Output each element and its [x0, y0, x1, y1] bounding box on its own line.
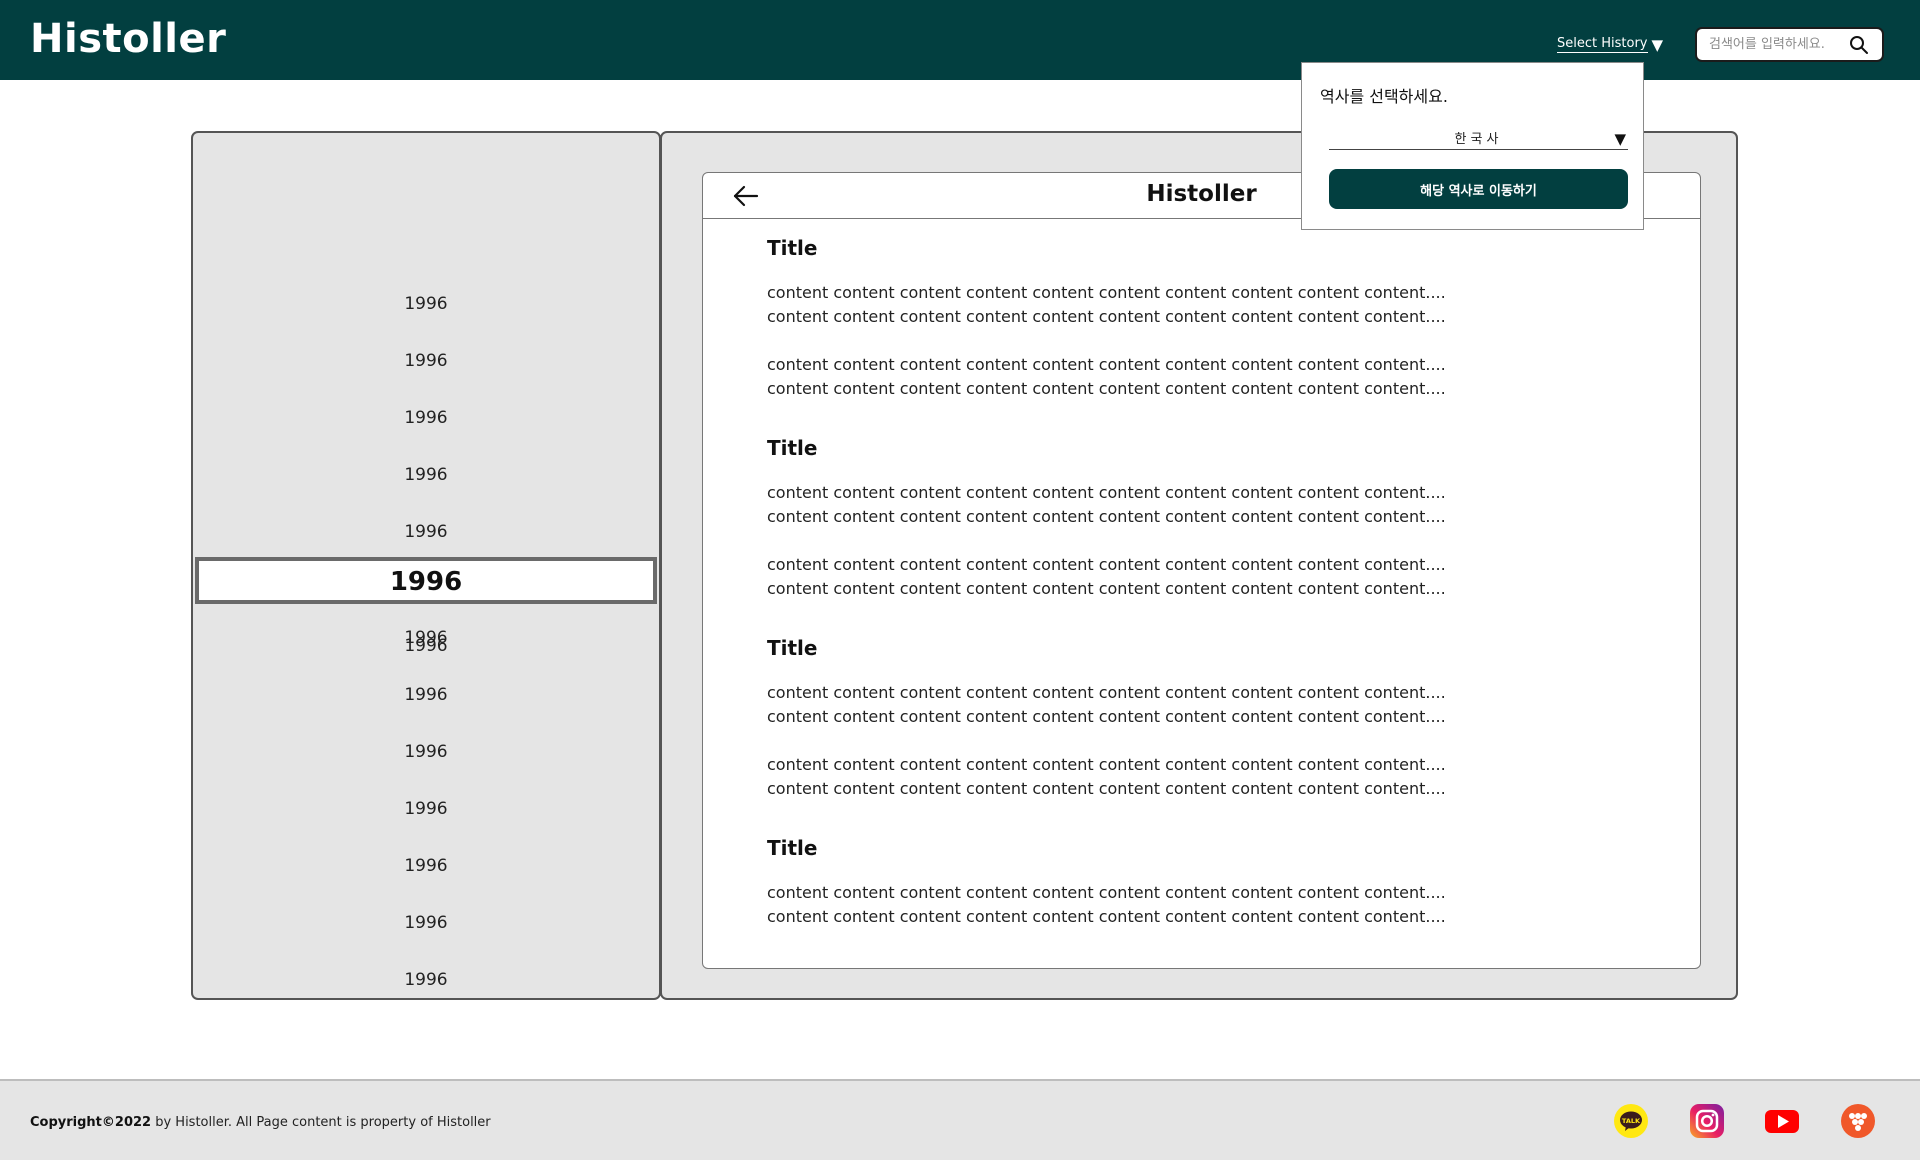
- paragraph-line: content content content content content …: [767, 883, 1446, 902]
- history-select-value[interactable]: 한국사: [1455, 128, 1503, 147]
- paragraph-line: content content content content content …: [767, 707, 1446, 726]
- svg-text:TALK: TALK: [1622, 1117, 1641, 1125]
- caret-down-icon[interactable]: ▼: [1652, 37, 1664, 53]
- go-to-history-button[interactable]: 해당 역사로 이동하기: [1329, 169, 1628, 209]
- popup-title: 역사를 선택하세요.: [1320, 87, 1448, 106]
- paragraph-line: content content content content content …: [767, 283, 1446, 302]
- paragraph-line: content content content content content …: [767, 579, 1446, 598]
- paragraph-line: content content content content content …: [767, 779, 1446, 798]
- caret-down-icon[interactable]: ▼: [1614, 130, 1626, 148]
- year-item[interactable]: 1996: [193, 737, 659, 767]
- paragraph-line: content content content content content …: [767, 507, 1446, 526]
- site-logo[interactable]: Histoller: [30, 16, 226, 62]
- article-section: Title content content content content co…: [767, 233, 1446, 401]
- kakaotalk-icon[interactable]: TALK: [1613, 1103, 1649, 1139]
- article-section: Title content content content content co…: [767, 633, 1446, 801]
- paragraph-line: content content content content content …: [767, 483, 1446, 502]
- paragraph-line: content content content content content …: [767, 355, 1446, 374]
- section-title: Title: [767, 836, 818, 860]
- year-item[interactable]: 1996: [193, 623, 659, 653]
- paragraph-line: content content content content content …: [767, 755, 1446, 774]
- copyright-bold: Copyright©2022: [30, 1115, 152, 1130]
- paragraph-line: content content content content content …: [767, 683, 1446, 702]
- copyright-text: Copyright©2022 by Histoller. All Page co…: [30, 1115, 491, 1130]
- select-history-toggle[interactable]: Select History ▼: [1557, 36, 1663, 53]
- year-item[interactable]: 1996: [193, 965, 659, 995]
- instagram-icon[interactable]: [1689, 1103, 1725, 1139]
- content-panel: Histoller Title content content content …: [660, 131, 1738, 1000]
- article-section: Title content content content content co…: [767, 433, 1446, 601]
- section-title: Title: [767, 236, 818, 260]
- footer: Copyright©2022 by Histoller. All Page co…: [0, 1079, 1920, 1160]
- search-icon[interactable]: [1848, 34, 1870, 56]
- year-item[interactable]: 1996: [193, 346, 659, 376]
- year-item[interactable]: 1996: [193, 289, 659, 319]
- linktree-icon[interactable]: [1840, 1103, 1876, 1139]
- search-box[interactable]: [1695, 27, 1884, 62]
- youtube-icon[interactable]: [1764, 1103, 1800, 1139]
- article-section: Title content content content content co…: [767, 833, 1446, 929]
- section-title: Title: [767, 436, 818, 460]
- year-item[interactable]: 1996: [193, 794, 659, 824]
- select-history-popup: 역사를 선택하세요. 한국사 ▼ 해당 역사로 이동하기: [1301, 62, 1644, 230]
- history-select[interactable]: 한국사 ▼: [1329, 126, 1628, 150]
- select-history-label[interactable]: Select History: [1557, 36, 1648, 53]
- paragraph-line: content content content content content …: [767, 379, 1446, 398]
- paragraph-line: content content content content content …: [767, 307, 1446, 326]
- section-title: Title: [767, 636, 818, 660]
- year-item[interactable]: 1996: [193, 908, 659, 938]
- year-item[interactable]: 1996: [193, 680, 659, 710]
- year-item[interactable]: 1996: [193, 403, 659, 433]
- year-list-panel[interactable]: 1996 1996 1996 1996 1996 1996 1996 1996 …: [191, 131, 661, 1000]
- year-item[interactable]: 1996: [193, 460, 659, 490]
- search-input[interactable]: [1709, 37, 1848, 52]
- year-item[interactable]: 1996: [193, 851, 659, 881]
- copyright-rest: by Histoller. All Page content is proper…: [151, 1115, 491, 1130]
- paragraph-line: content content content content content …: [767, 555, 1446, 574]
- year-item[interactable]: 1996: [193, 517, 659, 547]
- reader-card: Histoller Title content content content …: [702, 172, 1701, 969]
- paragraph-line: content content content content content …: [767, 907, 1446, 926]
- year-item-selected[interactable]: 1996: [195, 557, 657, 604]
